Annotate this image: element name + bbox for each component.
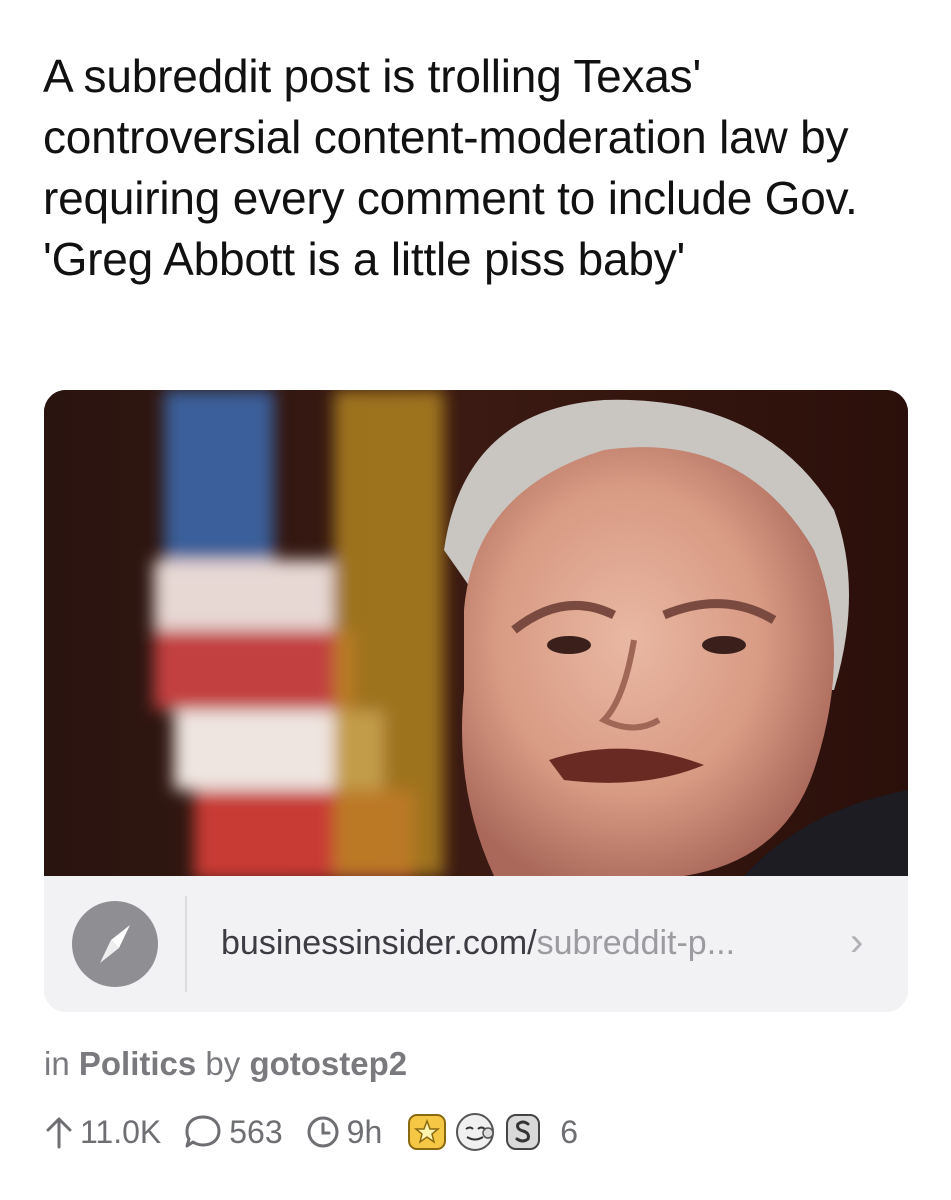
clock-icon <box>307 1116 339 1148</box>
post-meta: in Politics by gotostep2 <box>44 1044 407 1084</box>
comment-count: 563 <box>229 1113 283 1150</box>
subreddit-link[interactable]: Politics <box>79 1045 196 1082</box>
gold-award-icon <box>404 1109 450 1155</box>
in-label: in <box>44 1045 70 1082</box>
awards[interactable]: 6 <box>404 1109 578 1155</box>
link-domain: businessinsider.com/ <box>221 924 537 962</box>
link-path: subreddit-p... <box>536 924 736 962</box>
comment-bubble-icon <box>185 1115 221 1148</box>
face-award-icon <box>452 1109 498 1155</box>
award-count: 6 <box>560 1113 579 1150</box>
article-thumbnail-image[interactable] <box>44 390 908 876</box>
divider <box>185 896 187 992</box>
chevron-right-icon: › <box>850 920 864 964</box>
by-label: by <box>205 1045 241 1082</box>
author-link[interactable]: gotostep2 <box>249 1045 407 1082</box>
link-preview-card[interactable]: businessinsider.com/subreddit-p... › <box>44 390 908 1012</box>
silver-award-icon <box>500 1109 546 1155</box>
post-age: 9h <box>346 1113 383 1150</box>
upvote-count: 11.0K <box>80 1113 162 1150</box>
thumbnail-photo <box>44 390 908 876</box>
link-url-bar[interactable]: businessinsider.com/subreddit-p... › <box>44 876 908 1012</box>
post-stats: 11.0K 563 9h 6 <box>44 1108 578 1156</box>
comment-stat[interactable]: 563 <box>183 1113 283 1151</box>
safari-compass-icon <box>72 901 158 987</box>
upvote-stat[interactable]: 11.0K <box>44 1114 161 1151</box>
post-title[interactable]: A subreddit post is trolling Texas' cont… <box>43 46 913 290</box>
upvote-arrow-icon <box>46 1117 72 1149</box>
link-url[interactable]: businessinsider.com/subreddit-p... <box>221 922 735 964</box>
age-stat: 9h <box>305 1113 383 1151</box>
